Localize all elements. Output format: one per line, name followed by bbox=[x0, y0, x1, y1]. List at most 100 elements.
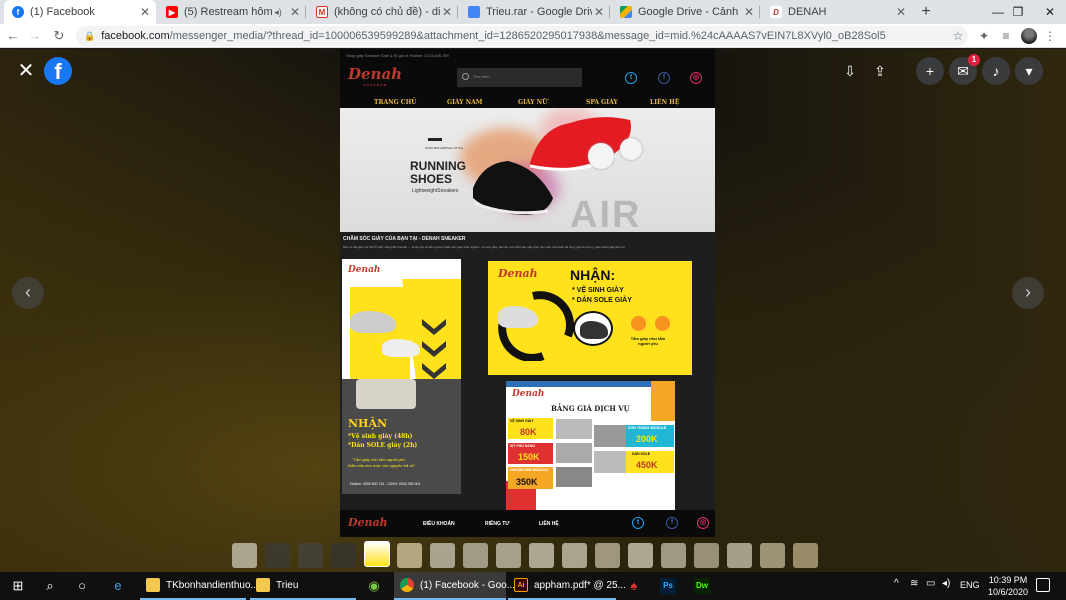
thumbnail[interactable] bbox=[529, 543, 554, 568]
thumbnail[interactable] bbox=[694, 543, 719, 568]
facebook-icon: f bbox=[12, 6, 24, 18]
back-icon[interactable]: ← bbox=[4, 27, 22, 45]
close-tab-icon[interactable]: ✕ bbox=[440, 5, 454, 19]
tray-chevron-icon[interactable]: ^ bbox=[894, 578, 899, 589]
price-value: 200K bbox=[636, 434, 658, 444]
illustrator-icon: Ai bbox=[514, 578, 528, 592]
app-icon[interactable]: ◉ bbox=[364, 576, 384, 596]
hero-big-word: AIR bbox=[570, 194, 642, 232]
poster-logo: Denah bbox=[348, 265, 381, 275]
facebook-logo-icon[interactable]: f bbox=[44, 57, 72, 85]
close-icon[interactable]: ✕ bbox=[14, 59, 38, 83]
search-icon[interactable]: ⌕ bbox=[40, 576, 60, 596]
youtube-icon: ▶ bbox=[166, 6, 178, 18]
close-tab-icon[interactable]: ✕ bbox=[894, 5, 908, 19]
thumbnail[interactable] bbox=[628, 543, 653, 568]
gmail-icon: M bbox=[316, 6, 328, 18]
thumbnail[interactable] bbox=[760, 543, 785, 568]
address-bar[interactable]: 🔒 facebook.com/messenger_media/?thread_i… bbox=[76, 26, 968, 46]
taskbar-app-folder[interactable]: Trieu bbox=[250, 572, 356, 600]
edge-icon[interactable]: e bbox=[108, 576, 128, 596]
thumbnail[interactable] bbox=[727, 543, 752, 568]
thumbnail[interactable] bbox=[595, 543, 620, 568]
thumbnail[interactable] bbox=[661, 543, 686, 568]
task-view-icon[interactable]: ○ bbox=[72, 576, 92, 596]
reload-icon[interactable]: ↻ bbox=[50, 27, 68, 45]
thumbnail[interactable] bbox=[397, 543, 422, 568]
service-photo bbox=[594, 425, 626, 447]
thumbnail[interactable] bbox=[298, 543, 323, 568]
close-tab-icon[interactable]: ✕ bbox=[138, 5, 152, 19]
tab-google-drive[interactable]: Google Drive - Cảnh báo quét ✕ bbox=[612, 0, 760, 24]
site-nav-men: GIÀY NAM bbox=[447, 99, 483, 106]
reading-list-icon[interactable]: ≡ bbox=[998, 28, 1014, 44]
price-value: 80K bbox=[520, 427, 537, 437]
share-icon[interactable]: ⇪ bbox=[870, 61, 890, 81]
dreamweaver-icon[interactable]: Dw bbox=[694, 578, 710, 594]
tab-trieu-drive[interactable]: Trieu.rar - Google Drive ✕ bbox=[460, 0, 610, 24]
thumbnail[interactable] bbox=[496, 543, 521, 568]
notifications-bell-icon[interactable]: ♪ bbox=[982, 57, 1010, 85]
previous-arrow-icon[interactable]: ‹ bbox=[12, 277, 44, 309]
thumbnail[interactable] bbox=[265, 543, 290, 568]
account-menu-icon[interactable]: ▾ bbox=[1015, 57, 1043, 85]
notification-center-icon[interactable] bbox=[1036, 578, 1050, 592]
thumbnail[interactable] bbox=[232, 543, 257, 568]
tab-title: DENAH bbox=[788, 6, 827, 18]
taskbar-app-explorer[interactable]: TKbonhandienthuo... bbox=[140, 572, 259, 600]
service-poster-yellow: Denah NHẬN: * VỆ SINH GIÀY * DÁN SOLE GI… bbox=[488, 261, 692, 375]
tab-gmail[interactable]: M (không có chủ đề) - dinhtrien ✕ bbox=[308, 0, 458, 24]
folder-icon bbox=[256, 578, 270, 592]
close-tab-icon[interactable]: ✕ bbox=[742, 5, 756, 19]
taskbar-app-label: (1) Facebook - Goo... bbox=[420, 579, 516, 591]
section-title: CHĂM SÓC GIÀY CỦA BẠN TẠI - DENAH SNEAKE… bbox=[343, 236, 466, 242]
wifi-icon[interactable]: ≋ bbox=[910, 578, 918, 589]
volume-icon[interactable]: ◂) bbox=[942, 578, 950, 589]
close-tab-icon[interactable]: ✕ bbox=[288, 5, 302, 19]
file-icon bbox=[468, 6, 480, 18]
new-tab-icon[interactable]: + bbox=[917, 3, 935, 21]
service-poster-vertical: Denah NHẬN *Vệ sinh giày (48h) *Dán SOLE bbox=[342, 259, 461, 494]
battery-icon[interactable]: ▭ bbox=[926, 578, 935, 589]
site-nav-home: TRANG CHỦ bbox=[374, 99, 417, 106]
hero-subtitle: LightweightSneakers bbox=[412, 188, 459, 194]
thumbnail[interactable] bbox=[793, 543, 818, 568]
create-icon[interactable]: + bbox=[916, 57, 944, 85]
thumbnail[interactable] bbox=[430, 543, 455, 568]
thumbnail-selected[interactable] bbox=[364, 541, 390, 567]
clock[interactable]: 10:39 PM 10/6/2020 bbox=[984, 574, 1032, 598]
close-window-icon[interactable]: ✕ bbox=[1030, 0, 1066, 24]
thumbnail[interactable] bbox=[463, 543, 488, 568]
site-footer: Denah ĐIỀU KHOẢN RIÊNG TƯ LIÊN HỆ t f ◎ bbox=[340, 510, 715, 537]
poster1-title: NHẬN bbox=[348, 417, 388, 430]
menu-kebab-icon[interactable]: ⋮ bbox=[1042, 28, 1058, 44]
close-tab-icon[interactable]: ✕ bbox=[592, 5, 606, 19]
app-icon[interactable]: ♠ bbox=[624, 576, 644, 596]
photoshop-icon[interactable]: Ps bbox=[660, 578, 676, 594]
thumbnail[interactable] bbox=[331, 543, 356, 568]
taskbar-app-illustrator[interactable]: Ai appham.pdf* @ 25... bbox=[508, 572, 626, 600]
profile-avatar[interactable] bbox=[1021, 28, 1037, 44]
poster1-quote: Đảm bảo tem mác còn nguyên trả về" bbox=[348, 463, 416, 468]
browser-tab-strip: f (1) Facebook ✕ ▶ (5) Restream hôm qua.… bbox=[0, 0, 1066, 24]
bookmark-star-icon[interactable]: ☆ bbox=[948, 29, 968, 43]
search-icon bbox=[462, 73, 469, 80]
price-label: SƠN TRẮNG MIDSOLE bbox=[628, 426, 667, 430]
poster-stripe bbox=[651, 381, 675, 421]
forward-icon[interactable]: → bbox=[26, 27, 44, 45]
sneaker-image bbox=[580, 321, 608, 339]
tab-title: Trieu.rar - Google Drive bbox=[486, 6, 592, 18]
tab-facebook[interactable]: f (1) Facebook ✕ bbox=[4, 0, 156, 24]
next-arrow-icon[interactable]: › bbox=[1012, 277, 1044, 309]
tab-denah[interactable]: D DENAH ✕ bbox=[762, 0, 912, 24]
windows-start-icon[interactable]: ⊞ bbox=[8, 576, 28, 596]
language-indicator[interactable]: ENG bbox=[960, 580, 980, 590]
thumbnail[interactable] bbox=[562, 543, 587, 568]
lock-icon: 🔒 bbox=[84, 30, 96, 41]
taskbar-app-chrome[interactable]: (1) Facebook - Goo... bbox=[394, 572, 515, 600]
speaker-icon[interactable]: ◂) bbox=[272, 7, 284, 18]
twitter-icon: t bbox=[625, 72, 637, 84]
download-icon[interactable]: ⇩ bbox=[840, 61, 860, 81]
tab-restream[interactable]: ▶ (5) Restream hôm qua... ◂) ✕ bbox=[158, 0, 306, 24]
extensions-icon[interactable]: ✦ bbox=[976, 28, 992, 44]
